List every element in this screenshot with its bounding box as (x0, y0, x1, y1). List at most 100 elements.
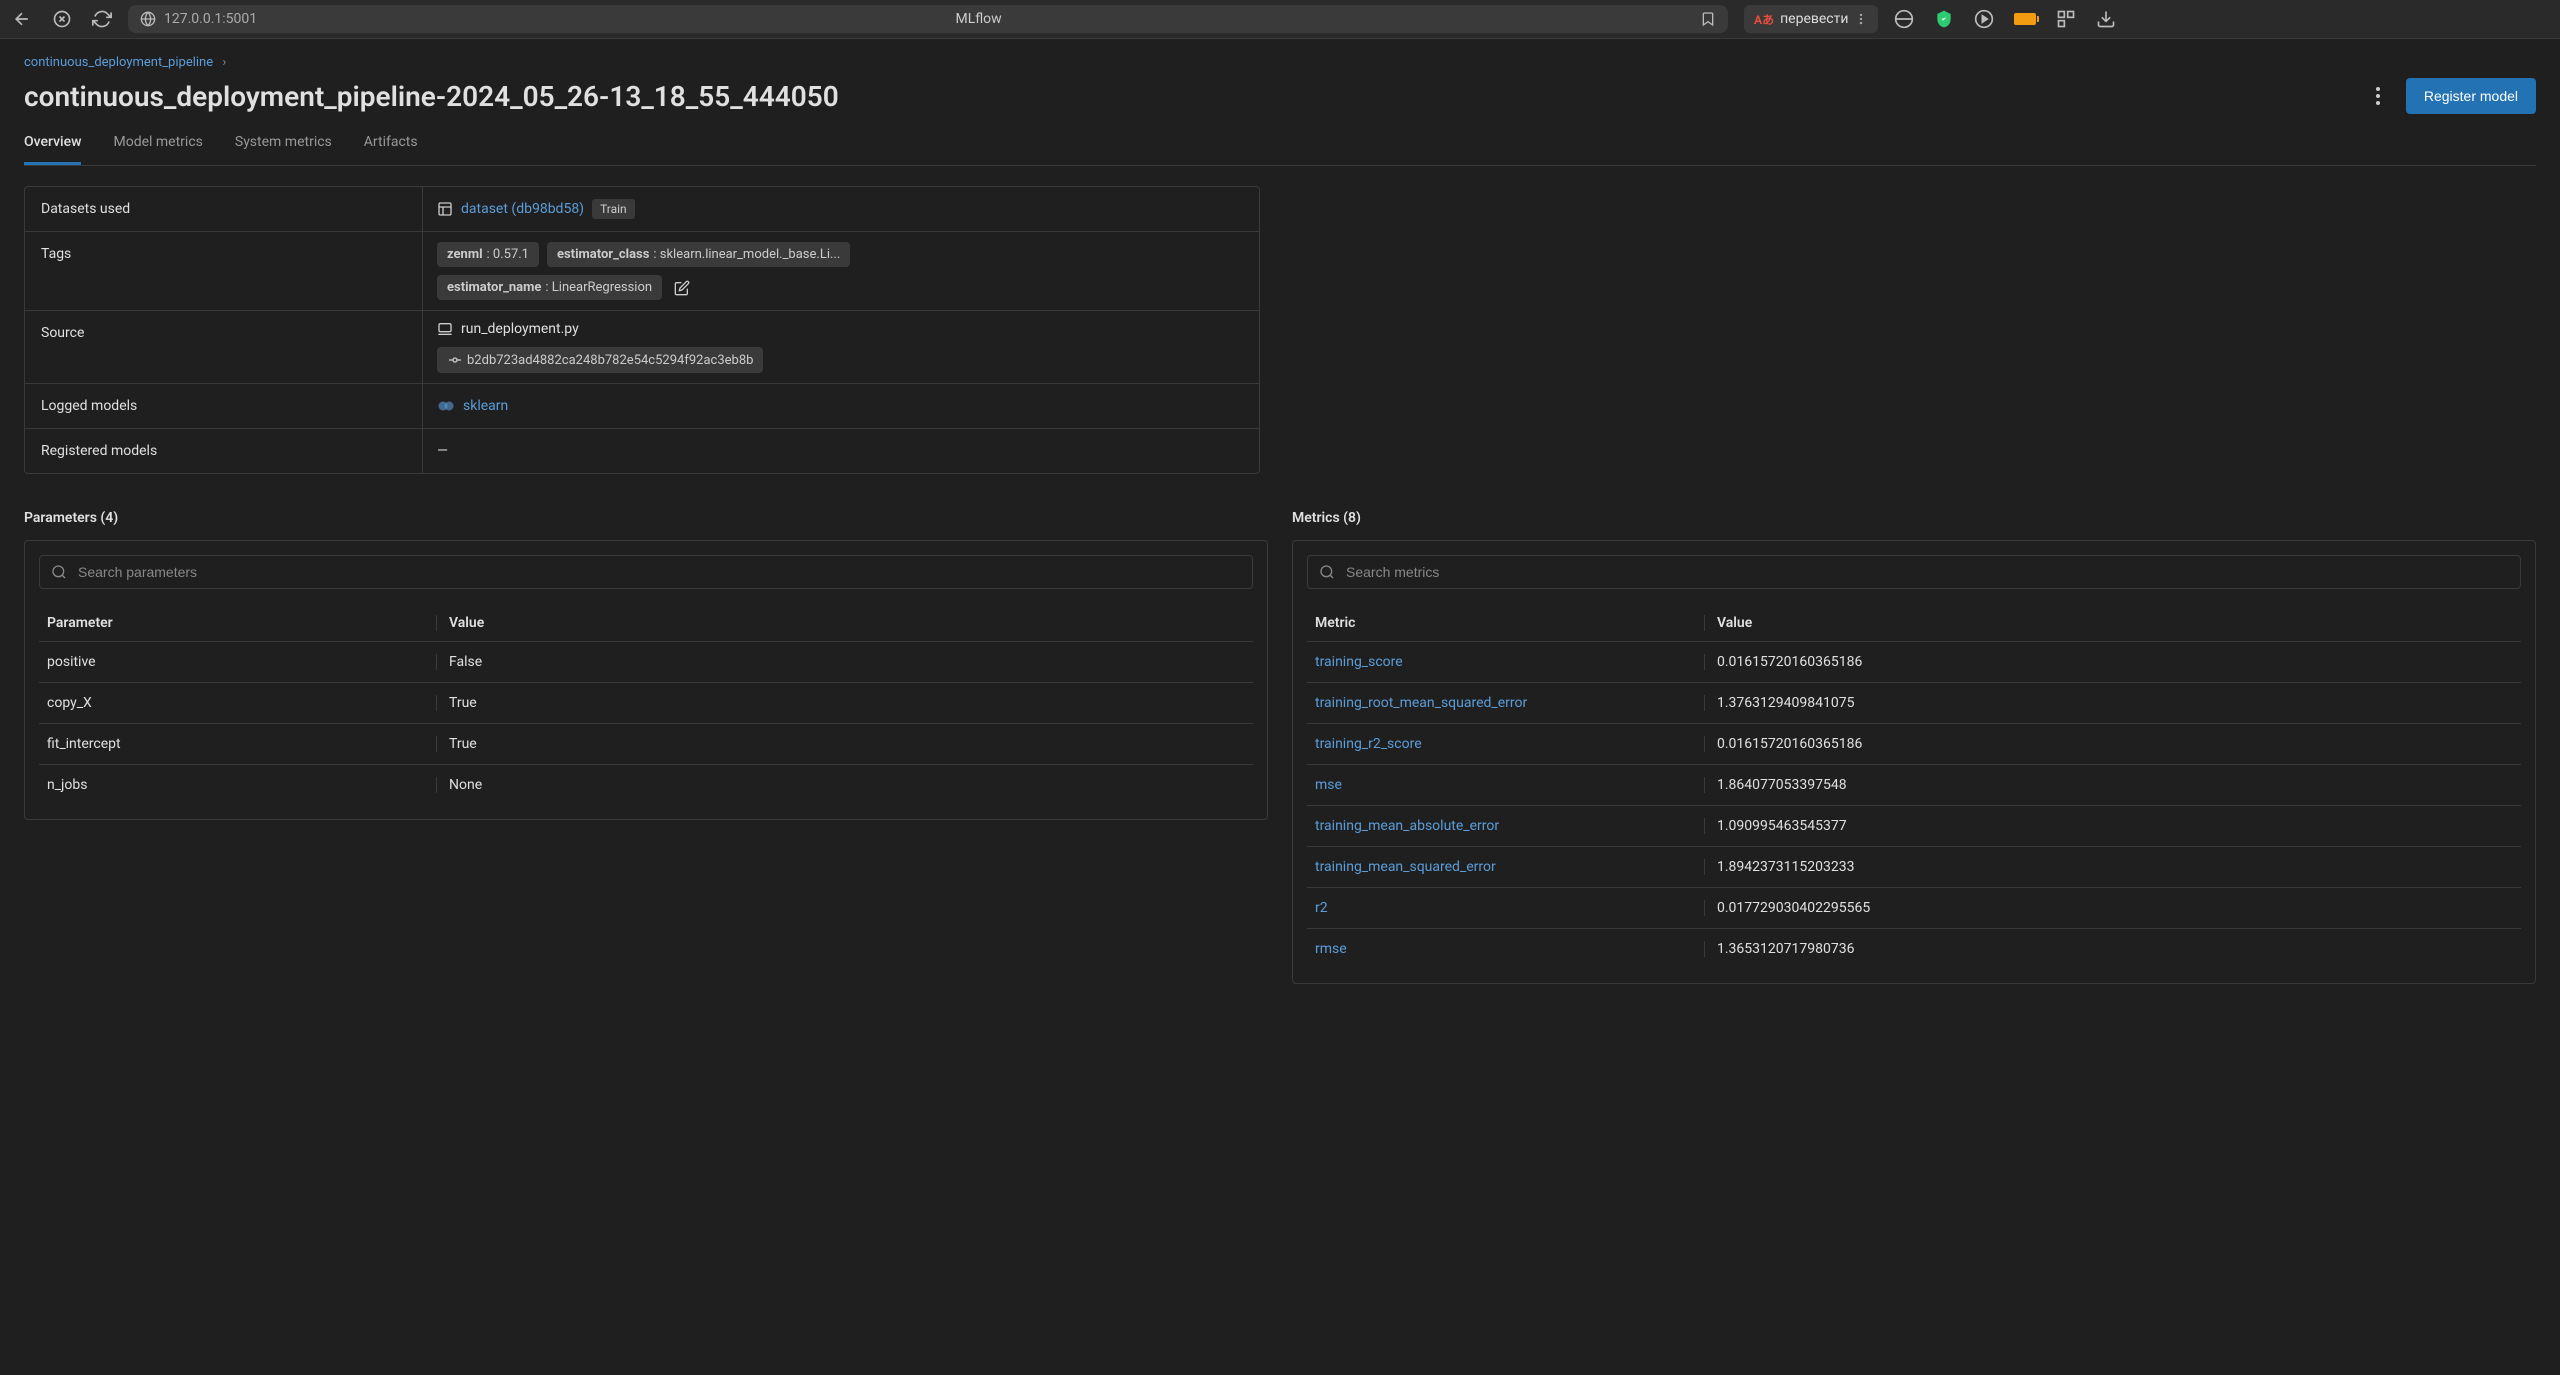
tab-artifacts[interactable]: Artifacts (364, 134, 418, 165)
dataset-icon (437, 201, 453, 217)
metrics-title: Metrics (8) (1292, 510, 2536, 526)
param-name: fit_intercept (47, 736, 437, 752)
source-label: Source (25, 311, 423, 383)
metric-value: 0.01615720160365186 (1717, 654, 2513, 670)
tag-zenml: zenml: 0.57.1 (437, 242, 539, 267)
chevron-right-icon: › (222, 55, 226, 70)
home-icon[interactable] (52, 9, 72, 29)
tags-row: Tags zenml: 0.57.1 estimator_class: skle… (25, 232, 1259, 311)
register-model-button[interactable]: Register model (2406, 78, 2536, 114)
registered-models-row: Registered models — (25, 429, 1259, 473)
url-text: 127.0.0.1:5001 (164, 11, 257, 27)
source-row: Source run_deployment.py b2db723ad4882ca… (25, 311, 1259, 384)
table-row: training_mean_absolute_error 1.090995463… (1307, 805, 2521, 846)
address-bar[interactable]: 127.0.0.1:5001 MLflow (128, 5, 1728, 33)
param-value: False (449, 654, 1245, 670)
table-row: n_jobs None (39, 764, 1253, 805)
breadcrumb: continuous_deployment_pipeline › (24, 55, 2536, 70)
param-name: n_jobs (47, 777, 437, 793)
search-icon (51, 564, 67, 580)
metric-value: 1.090995463545377 (1717, 818, 2513, 834)
registered-models-label: Registered models (25, 429, 423, 473)
datasets-row: Datasets used dataset (db98bd58) Train (25, 187, 1259, 232)
metric-value: 0.01615720160365186 (1717, 736, 2513, 752)
download-icon[interactable] (2096, 9, 2116, 29)
table-row: training_mean_squared_error 1.8942373115… (1307, 846, 2521, 887)
registered-models-value: — (423, 429, 1259, 473)
table-row: training_score 0.01615720160365186 (1307, 641, 2521, 682)
search-parameters-input[interactable] (39, 555, 1253, 589)
globe-settings-icon[interactable] (1894, 9, 1914, 29)
edit-tags-icon[interactable] (674, 280, 690, 296)
metric-header-name: Metric (1315, 615, 1705, 631)
table-row: r2 0.017729030402295565 (1307, 887, 2521, 928)
dataset-link[interactable]: dataset (db98bd58) (461, 201, 584, 217)
parameters-header: Parameter Value (39, 605, 1253, 641)
page-title: continuous_deployment_pipeline-2024_05_2… (24, 80, 839, 113)
metric-value: 1.8942373115203233 (1717, 859, 2513, 875)
shield-icon[interactable] (1934, 9, 1954, 29)
metric-link[interactable]: mse (1315, 777, 1342, 793)
metric-link[interactable]: rmse (1315, 941, 1347, 957)
tab-model-metrics[interactable]: Model metrics (113, 134, 202, 165)
commit-icon (447, 352, 463, 368)
translate-button[interactable]: Aあ перевести (1744, 5, 1878, 33)
param-value: True (449, 695, 1245, 711)
dataset-badge: Train (592, 199, 635, 219)
translate-icon: Aあ (1754, 11, 1774, 28)
table-row: copy_X True (39, 682, 1253, 723)
browser-toolbar: 127.0.0.1:5001 MLflow Aあ перевести (0, 0, 2560, 39)
tag-estimator-class: estimator_class: sklearn.linear_model._b… (547, 242, 850, 267)
source-file: run_deployment.py (461, 321, 579, 337)
globe-icon (140, 11, 156, 27)
reload-icon[interactable] (92, 9, 112, 29)
logged-models-row: Logged models sklearn (25, 384, 1259, 429)
parameters-title: Parameters (4) (24, 510, 1268, 526)
table-row: rmse 1.3653120717980736 (1307, 928, 2521, 969)
breadcrumb-experiment-link[interactable]: continuous_deployment_pipeline (24, 55, 213, 70)
datasets-label: Datasets used (25, 187, 423, 231)
tab-system-metrics[interactable]: System metrics (235, 134, 332, 165)
param-name: positive (47, 654, 437, 670)
metric-link[interactable]: training_root_mean_squared_error (1315, 695, 1527, 711)
metric-value: 0.017729030402295565 (1717, 900, 2513, 916)
table-row: fit_intercept True (39, 723, 1253, 764)
table-row: mse 1.864077053397548 (1307, 764, 2521, 805)
sklearn-icon (437, 397, 455, 415)
param-name: copy_X (47, 695, 437, 711)
tabs: Overview Model metrics System metrics Ar… (24, 134, 2536, 166)
param-value: True (449, 736, 1245, 752)
param-header-value: Value (449, 615, 1245, 631)
table-row: training_root_mean_squared_error 1.37631… (1307, 682, 2521, 723)
metric-value: 1.3763129409841075 (1717, 695, 2513, 711)
metric-link[interactable]: training_mean_squared_error (1315, 859, 1496, 875)
param-value: None (449, 777, 1245, 793)
table-row: training_r2_score 0.01615720160365186 (1307, 723, 2521, 764)
table-row: positive False (39, 641, 1253, 682)
tag-estimator-name: estimator_name: LinearRegression (437, 275, 662, 300)
laptop-icon (437, 321, 453, 337)
back-icon[interactable] (12, 9, 32, 29)
more-actions-icon[interactable] (2366, 84, 2390, 108)
kebab-icon[interactable] (1854, 12, 1868, 26)
tab-overview[interactable]: Overview (24, 134, 81, 165)
metric-link[interactable]: training_score (1315, 654, 1403, 670)
bookmark-icon[interactable] (1700, 11, 1716, 27)
info-table: Datasets used dataset (db98bd58) Train T… (24, 186, 1260, 474)
metric-link[interactable]: training_mean_absolute_error (1315, 818, 1499, 834)
metric-value: 1.3653120717980736 (1717, 941, 2513, 957)
extensions-icon[interactable] (2056, 9, 2076, 29)
metrics-panel: Metrics (8) Metric Value training_score … (1292, 510, 2536, 984)
page-title-bar: MLflow (265, 11, 1692, 27)
logged-model-link[interactable]: sklearn (463, 398, 508, 414)
play-icon[interactable] (1974, 9, 1994, 29)
metric-header-value: Value (1717, 615, 2513, 631)
search-icon (1319, 564, 1335, 580)
parameters-panel: Parameters (4) Parameter Value positive … (24, 510, 1268, 984)
metric-link[interactable]: r2 (1315, 900, 1328, 916)
battery-icon (2014, 13, 2036, 25)
metric-link[interactable]: training_r2_score (1315, 736, 1422, 752)
search-metrics-input[interactable] (1307, 555, 2521, 589)
logged-models-label: Logged models (25, 384, 423, 428)
metrics-header: Metric Value (1307, 605, 2521, 641)
